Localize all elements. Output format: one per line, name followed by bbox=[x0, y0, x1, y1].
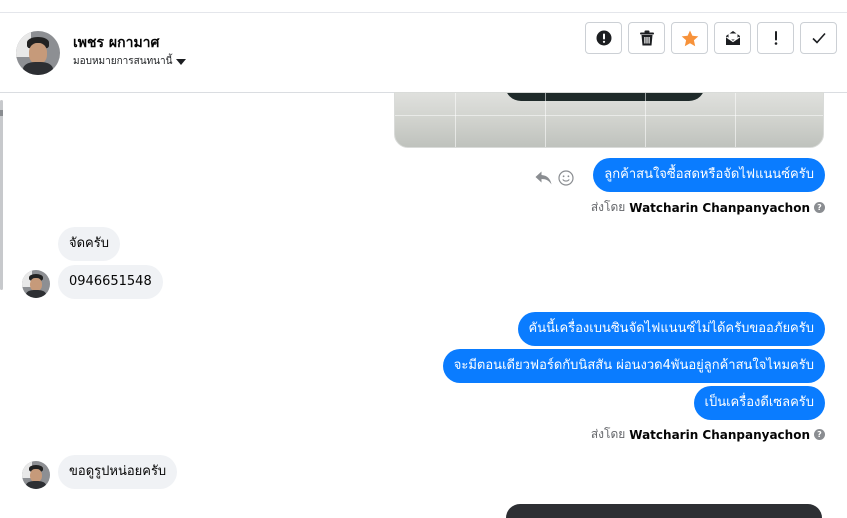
contact-avatar-small[interactable] bbox=[22, 270, 50, 298]
reply-icon[interactable] bbox=[535, 171, 552, 185]
message-bubble-outgoing[interactable]: คันนี้เครื่องเบนซินจัดไฟแนนซ์ไม่ได้ครับข… bbox=[517, 312, 825, 346]
assign-conversation-label: มอบหมายการสนทนานี้ bbox=[73, 56, 173, 67]
trash-icon bbox=[639, 30, 654, 46]
shared-photo-attachment[interactable] bbox=[394, 92, 824, 148]
message-actions bbox=[535, 170, 574, 186]
envelope-icon bbox=[725, 31, 740, 45]
star-icon bbox=[681, 30, 698, 46]
help-icon[interactable]: ? bbox=[814, 202, 825, 213]
sent-by-prefix: ส่งโดย bbox=[590, 200, 626, 214]
sender-name: Watcharin Chanpanyachon bbox=[629, 200, 810, 215]
mark-unread-button[interactable] bbox=[714, 22, 751, 54]
done-button[interactable] bbox=[800, 22, 837, 54]
message-bubble-incoming[interactable]: ขอดูรูปหน่อยครับ bbox=[58, 455, 178, 489]
assign-conversation-dropdown[interactable]: มอบหมายการสนทนานี้ bbox=[73, 54, 187, 69]
caret-down-icon bbox=[176, 58, 187, 65]
sent-by-prefix: ส่งโดย bbox=[590, 427, 626, 441]
left-scroll-track[interactable] bbox=[0, 100, 3, 290]
exclamation-icon bbox=[774, 31, 777, 45]
message-bubble-outgoing[interactable]: เป็นเครื่องดีเซลครับ bbox=[693, 386, 825, 420]
contact-avatar[interactable] bbox=[16, 31, 60, 75]
message-bubble-incoming[interactable]: 0946651548 bbox=[58, 265, 163, 299]
contact-avatar-small[interactable] bbox=[22, 461, 50, 489]
left-scroll-marker bbox=[0, 110, 3, 116]
delete-button[interactable] bbox=[628, 22, 665, 54]
conversation-toolbar bbox=[585, 22, 837, 54]
help-icon[interactable]: ? bbox=[814, 429, 825, 440]
sent-by-label: ส่งโดย Watcharin Chanpanyachon ? bbox=[591, 425, 825, 444]
alert-circle-icon bbox=[596, 30, 611, 46]
message-bubble-outgoing[interactable]: ลูกค้าสนใจซื้อสดหรือจัดไฟแนนซ์ครับ bbox=[593, 158, 825, 192]
check-icon bbox=[811, 32, 826, 44]
sender-name: Watcharin Chanpanyachon bbox=[629, 427, 810, 442]
contact-name[interactable]: เพชร ผกามาศ bbox=[73, 32, 159, 54]
smiley-icon[interactable] bbox=[558, 170, 574, 186]
message-bubble-outgoing[interactable]: จะมีตอนเดียวฟอร์ดกับนิสสัน ผ่อนงวด4พันอย… bbox=[442, 349, 825, 383]
follow-up-button[interactable] bbox=[757, 22, 794, 54]
star-button[interactable] bbox=[671, 22, 708, 54]
sent-by-label: ส่งโดย Watcharin Chanpanyachon ? bbox=[591, 198, 825, 217]
message-bubble-incoming[interactable]: จัดครับ bbox=[58, 227, 120, 261]
next-attachment-preview[interactable] bbox=[506, 504, 822, 518]
spam-button[interactable] bbox=[585, 22, 622, 54]
